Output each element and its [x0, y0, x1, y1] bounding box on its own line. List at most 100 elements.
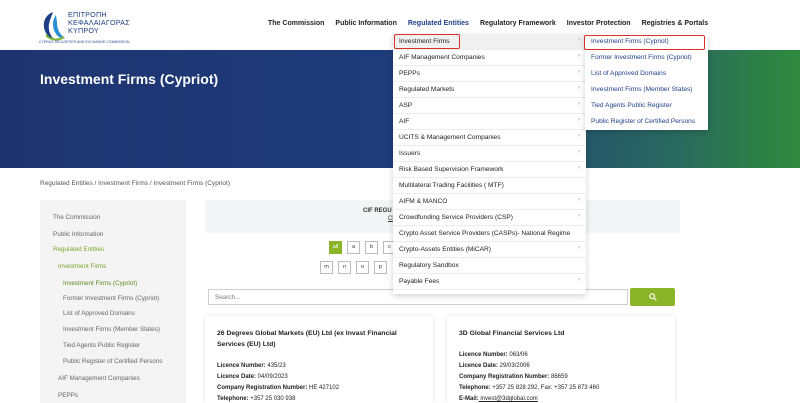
- nav-public-information[interactable]: Public Information: [335, 20, 396, 27]
- letter-filter-a[interactable]: a: [347, 241, 360, 254]
- nav-registries-portals[interactable]: Registries & Portals: [642, 20, 709, 27]
- chevron-right-icon: ›: [578, 101, 580, 107]
- submenu-item-tied-agents[interactable]: Tied Agents Public Register: [585, 98, 708, 114]
- nav-investor-protection[interactable]: Investor Protection: [567, 20, 631, 27]
- dropdown-item-aif-management[interactable]: AIF Management Companies ›: [393, 50, 586, 66]
- dropdown-item-micar[interactable]: Crypto-Assets Entities (MiCAR) ›: [393, 242, 586, 258]
- sidebar-item-investment-firms-cypriot[interactable]: Investment Firms (Cypriot): [63, 280, 137, 287]
- field-label: Company Registration Number:: [217, 385, 308, 391]
- dropdown-item-issuers[interactable]: Issuers ›: [393, 146, 586, 162]
- submenu-item-approved-domains[interactable]: List of Approved Domains: [585, 66, 708, 82]
- letter-filter-o[interactable]: o: [356, 261, 369, 274]
- site-logo[interactable]: ΕΠΙΤΡΟΠΗ ΚΕΦΑΛΑΙΑΓΟΡΑΣ ΚΥΠΡΟΥ CYPRUS SEC…: [38, 9, 148, 45]
- field-value: +357 25 828 292, Fax: +357 25 873 460: [490, 385, 600, 391]
- breadcrumb[interactable]: Regulated Entities / Investment Firms / …: [40, 180, 230, 187]
- firm-card-title[interactable]: 3D Global Financial Services Ltd: [459, 328, 664, 339]
- sidebar-item-regulated-entities[interactable]: Regulated Entities: [53, 246, 104, 253]
- chevron-right-icon: ›: [578, 165, 580, 171]
- sidebar-item-tied-agents[interactable]: Tied Agents Public Register: [63, 342, 140, 349]
- letter-filter-all[interactable]: all: [329, 241, 342, 254]
- nav-the-commission[interactable]: The Commission: [268, 20, 324, 27]
- dropdown-item-label: Crowdfunding Service Providers (CSP): [399, 214, 513, 221]
- firm-card-registration-number: Company Registration Number: 86659: [459, 374, 568, 380]
- search-button[interactable]: [630, 288, 675, 306]
- submenu-item-former-investment-firms[interactable]: Former Investment Firms (Cypriot): [585, 50, 708, 66]
- dropdown-item-investment-firms[interactable]: Investment Firms ›: [393, 34, 586, 50]
- chevron-right-icon: ›: [578, 53, 580, 59]
- dropdown-item-label: Regulated Markets: [399, 86, 455, 93]
- field-value[interactable]: invest@3dglobal.com: [479, 396, 537, 402]
- dropdown-item-risk-based-supervision[interactable]: Risk Based Supervision Framework ›: [393, 162, 586, 178]
- dropdown-item-asp[interactable]: ASP ›: [393, 98, 586, 114]
- chevron-right-icon: ›: [578, 85, 580, 91]
- logo-mark-icon: [43, 12, 65, 41]
- dropdown-item-label: Regulatory Sandbox: [399, 262, 459, 269]
- field-value: 435/23: [265, 363, 286, 369]
- field-label: Licence Date:: [459, 363, 499, 369]
- sidebar-item-former-investment-firms[interactable]: Former Investment Firms (Cypriot): [63, 295, 159, 302]
- letter-filter-p[interactable]: p: [374, 261, 387, 274]
- dropdown-item-label: ASP: [399, 102, 413, 109]
- dropdown-item-label: UCITS & Management Companies: [399, 134, 501, 141]
- chevron-right-icon: ›: [578, 245, 580, 251]
- sidebar-item-member-states[interactable]: Investment Firms (Member States): [63, 326, 160, 333]
- dropdown-item-mtf[interactable]: Multilateral Trading Facilities ( MTF): [393, 178, 586, 194]
- dropdown-item-crowdfunding[interactable]: Crowdfunding Service Providers (CSP) ›: [393, 210, 586, 226]
- chevron-right-icon: ›: [578, 149, 580, 155]
- dropdown-item-label: AIF: [399, 118, 410, 125]
- regulated-entities-dropdown: Investment Firms › AIF Management Compani…: [393, 34, 586, 294]
- letter-filter-b[interactable]: b: [365, 241, 378, 254]
- submenu-item-investment-firms-cypriot[interactable]: Investment Firms (Cypriot): [585, 34, 708, 50]
- field-label: Licence Number:: [459, 352, 508, 358]
- field-label: Company Registration Number:: [459, 374, 550, 380]
- field-value: 29/03/2006: [498, 363, 530, 369]
- firm-card-title[interactable]: 26 Degrees Global Markets (EU) Ltd (ex I…: [217, 328, 422, 350]
- field-value: 04/09/2023: [256, 374, 288, 380]
- dropdown-item-label: AIF Management Companies: [399, 54, 485, 61]
- field-value: 063/06: [507, 352, 528, 358]
- sidebar-item-approved-domains[interactable]: List of Approved Domains: [63, 310, 135, 317]
- dropdown-item-label: Multilateral Trading Facilities ( MTF): [399, 182, 504, 189]
- firm-card-telephone: Telephone: +357 25 030 938: [217, 396, 295, 402]
- sidebar-item-public-information[interactable]: Public Information: [53, 231, 103, 238]
- sidebar-item-investment-firms[interactable]: Investment Firms: [58, 263, 106, 270]
- logo-line-3: ΚΥΠΡΟΥ: [68, 26, 99, 35]
- chevron-right-icon: ›: [578, 117, 580, 123]
- nav-regulated-entities[interactable]: Regulated Entities: [408, 20, 469, 27]
- dropdown-item-label: PEPPs: [399, 70, 420, 77]
- dropdown-item-regulated-markets[interactable]: Regulated Markets ›: [393, 82, 586, 98]
- firm-card[interactable]: 3D Global Financial Services Ltd Licence…: [447, 316, 675, 403]
- logo-text: ΕΠΙΤΡΟΠΗ ΚΕΦΑΛΑΙΑΓΟΡΑΣ ΚΥΠΡΟΥ: [68, 11, 130, 35]
- logo-subtitle: CYPRUS SECURITIES AND EXCHANGE COMMISSIO…: [39, 40, 130, 44]
- chevron-right-icon: ›: [578, 37, 580, 43]
- dropdown-item-label: Risk Based Supervision Framework: [399, 166, 504, 173]
- firm-card[interactable]: 26 Degrees Global Markets (EU) Ltd (ex I…: [205, 316, 433, 403]
- dropdown-item-pepps[interactable]: PEPPs ›: [393, 66, 586, 82]
- dropdown-item-label: Crypto Asset Service Providers (CASPs)- …: [399, 230, 571, 237]
- firm-card-telephone: Telephone: +357 25 828 292, Fax: +357 25…: [459, 385, 599, 391]
- letter-filter-n[interactable]: n: [338, 261, 351, 274]
- dropdown-item-regulatory-sandbox[interactable]: Regulatory Sandbox: [393, 258, 586, 274]
- sidebar-item-certified-persons[interactable]: Public Register of Certified Persons: [63, 358, 162, 365]
- dropdown-item-label: Crypto-Assets Entities (MiCAR): [399, 246, 491, 253]
- dropdown-item-ucits[interactable]: UCITS & Management Companies ›: [393, 130, 586, 146]
- letter-filter-m[interactable]: m: [320, 261, 333, 274]
- dropdown-item-aif[interactable]: AIF ›: [393, 114, 586, 130]
- dropdown-item-casps[interactable]: Crypto Asset Service Providers (CASPs)- …: [393, 226, 586, 242]
- chevron-right-icon: ›: [578, 133, 580, 139]
- dropdown-item-aifm-manco[interactable]: AIFM & MANCO ›: [393, 194, 586, 210]
- nav-regulatory-framework[interactable]: Regulatory Framework: [480, 20, 556, 27]
- field-value: HE 427102: [307, 385, 340, 391]
- dropdown-item-label: Issuers: [399, 150, 421, 157]
- firm-card-licence-number: Licence Number: 435/23: [217, 363, 286, 369]
- submenu-item-certified-persons[interactable]: Public Register of Certified Persons: [585, 114, 708, 130]
- cif-register-title: CIF REGU: [363, 208, 392, 214]
- sidebar: The Commission Public Information Regula…: [40, 200, 186, 403]
- dropdown-item-payable-fees[interactable]: Payable Fees ›: [393, 274, 586, 290]
- sidebar-item-pepps[interactable]: PEPPs: [58, 392, 78, 399]
- field-label: E-Mail:: [459, 396, 479, 402]
- sidebar-item-the-commission[interactable]: The Commission: [53, 214, 100, 221]
- field-value: 86659: [549, 374, 568, 380]
- submenu-item-member-states[interactable]: Investment Firms (Member States): [585, 82, 708, 98]
- sidebar-item-aif-management[interactable]: AIF Management Companies: [58, 375, 140, 382]
